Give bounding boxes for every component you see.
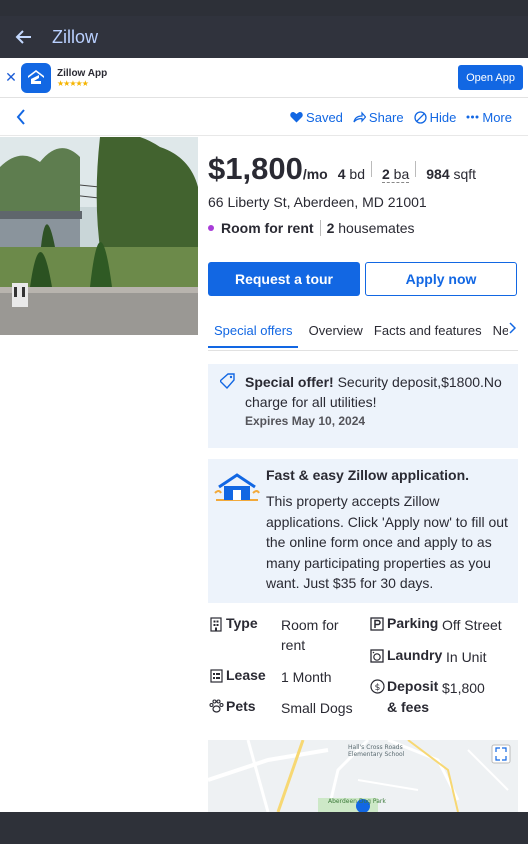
application-body: This property accepts Zillow application… — [266, 493, 508, 591]
chevron-right-icon[interactable] — [508, 322, 517, 337]
deposit-fees-label: & fees — [387, 699, 430, 715]
sqft-number: 984 — [426, 166, 450, 182]
bottom-navigation-bar — [0, 812, 528, 844]
open-app-button[interactable]: Open App — [458, 65, 523, 90]
close-icon[interactable]: ✕ — [1, 70, 21, 86]
status-strip — [0, 0, 528, 16]
hide-label: Hide — [429, 109, 457, 125]
room-type: Room for rent — [221, 220, 314, 236]
listing-address: 66 Liberty St, Aberdeen, MD 21001 — [208, 194, 427, 210]
room-info: Room for rent 2 housemates — [208, 220, 415, 236]
paw-icon — [209, 699, 224, 718]
share-button[interactable]: Share — [353, 110, 404, 125]
divider — [415, 161, 417, 177]
apply-now-button[interactable]: Apply now — [365, 262, 517, 296]
tab-next[interactable]: Ne — [487, 317, 510, 346]
parking-value: Off Street — [442, 617, 502, 633]
app-bar: Zillow — [0, 16, 528, 58]
tab-facts-features[interactable]: Facts and features — [368, 317, 482, 346]
offer-title: Special offer! — [245, 374, 334, 390]
chevron-left-icon[interactable] — [0, 108, 42, 126]
house-icon — [213, 473, 261, 505]
saved-button[interactable]: Saved — [290, 110, 343, 125]
special-offer-card: Special offer! Security deposit,$1800.No… — [208, 364, 518, 448]
zillow-logo-icon — [21, 62, 51, 93]
application-title: Fast & easy Zillow application. — [266, 467, 470, 483]
beds-number: 4 — [337, 166, 346, 182]
type-value: Room for rent — [281, 617, 339, 653]
lease-label: Lease — [226, 667, 266, 683]
tab-overview[interactable]: Overview — [303, 317, 363, 346]
hide-icon — [413, 110, 427, 124]
map-park-label: Aberdeen Dog Park — [328, 798, 386, 805]
hide-button[interactable]: Hide — [413, 109, 457, 125]
tab-special-offers[interactable]: Special offers — [208, 317, 298, 348]
offer-text: Special offer! Security deposit,$1800.No… — [245, 372, 513, 412]
rent-price: $1,800 — [208, 151, 303, 186]
saved-label: Saved — [306, 109, 343, 125]
svg-text:$: $ — [375, 683, 381, 693]
lease-value: 1 Month — [281, 669, 332, 685]
parking-label: Parking — [387, 615, 439, 631]
pets-label: Pets — [226, 698, 256, 714]
app-install-banner: ✕ Zillow App ★★★★★ Open App — [0, 58, 528, 98]
heart-icon — [290, 111, 303, 123]
sqft-unit: sqft — [453, 166, 477, 182]
tag-icon — [218, 373, 236, 393]
housemates-count: 2 — [326, 220, 335, 236]
dollar-icon: $ — [370, 679, 385, 699]
baths-number: 2 — [381, 166, 390, 182]
app-title: Zillow — [52, 26, 99, 47]
baths-unit: ba — [393, 166, 410, 182]
deposit-value: $1,800 — [442, 680, 485, 696]
share-icon — [353, 111, 366, 123]
building-icon — [210, 617, 222, 637]
beds-stat: 4 bd — [338, 166, 365, 182]
location-map[interactable]: Hall's Cross Roads Elementary School Abe… — [208, 740, 518, 812]
laundry-label: Laundry — [387, 647, 443, 663]
more-button[interactable]: More — [466, 110, 512, 125]
request-tour-button[interactable]: Request a tour — [208, 262, 360, 296]
zillow-application-card: Fast & easy Zillow application. This pro… — [208, 459, 518, 603]
beds-unit: bd — [349, 166, 365, 182]
price-row: $1,800 /mo 4 bd 2 ba 984 sqft — [208, 151, 476, 187]
washer-icon — [370, 649, 384, 668]
laundry-value: In Unit — [446, 649, 487, 665]
sqft-stat: 984 sqft — [426, 166, 476, 182]
deposit-label: Deposit — [387, 678, 439, 694]
parking-icon — [370, 617, 384, 636]
map-school-label: Hall's Cross Roads Elementary School — [348, 744, 405, 758]
type-label: Type — [226, 615, 258, 631]
housemates-label: housemates — [338, 220, 415, 236]
rent-period: /mo — [302, 166, 328, 182]
divider — [370, 161, 372, 177]
share-label: Share — [368, 109, 404, 125]
more-dots-icon — [466, 115, 479, 119]
listing-actions-bar: Saved Share Hide More — [0, 98, 528, 136]
rating-stars: ★★★★★ — [57, 78, 89, 88]
section-tabs: Special offers Overview Facts and featur… — [208, 317, 518, 351]
baths-stat[interactable]: 2 ba — [381, 166, 410, 183]
listing-photo[interactable] — [0, 137, 198, 335]
offer-expiry: Expires May 10, 2024 — [245, 414, 366, 428]
status-dot — [208, 225, 214, 231]
divider — [319, 220, 321, 236]
back-arrow-icon[interactable] — [0, 16, 48, 58]
facts-grid: Type Room for rent Lease 1 Month Pets Sm… — [208, 615, 520, 725]
calendar-icon — [210, 669, 223, 688]
banner-app-name: Zillow App — [57, 67, 108, 79]
more-label: More — [482, 109, 512, 125]
pets-value: Small Dogs — [281, 700, 353, 716]
